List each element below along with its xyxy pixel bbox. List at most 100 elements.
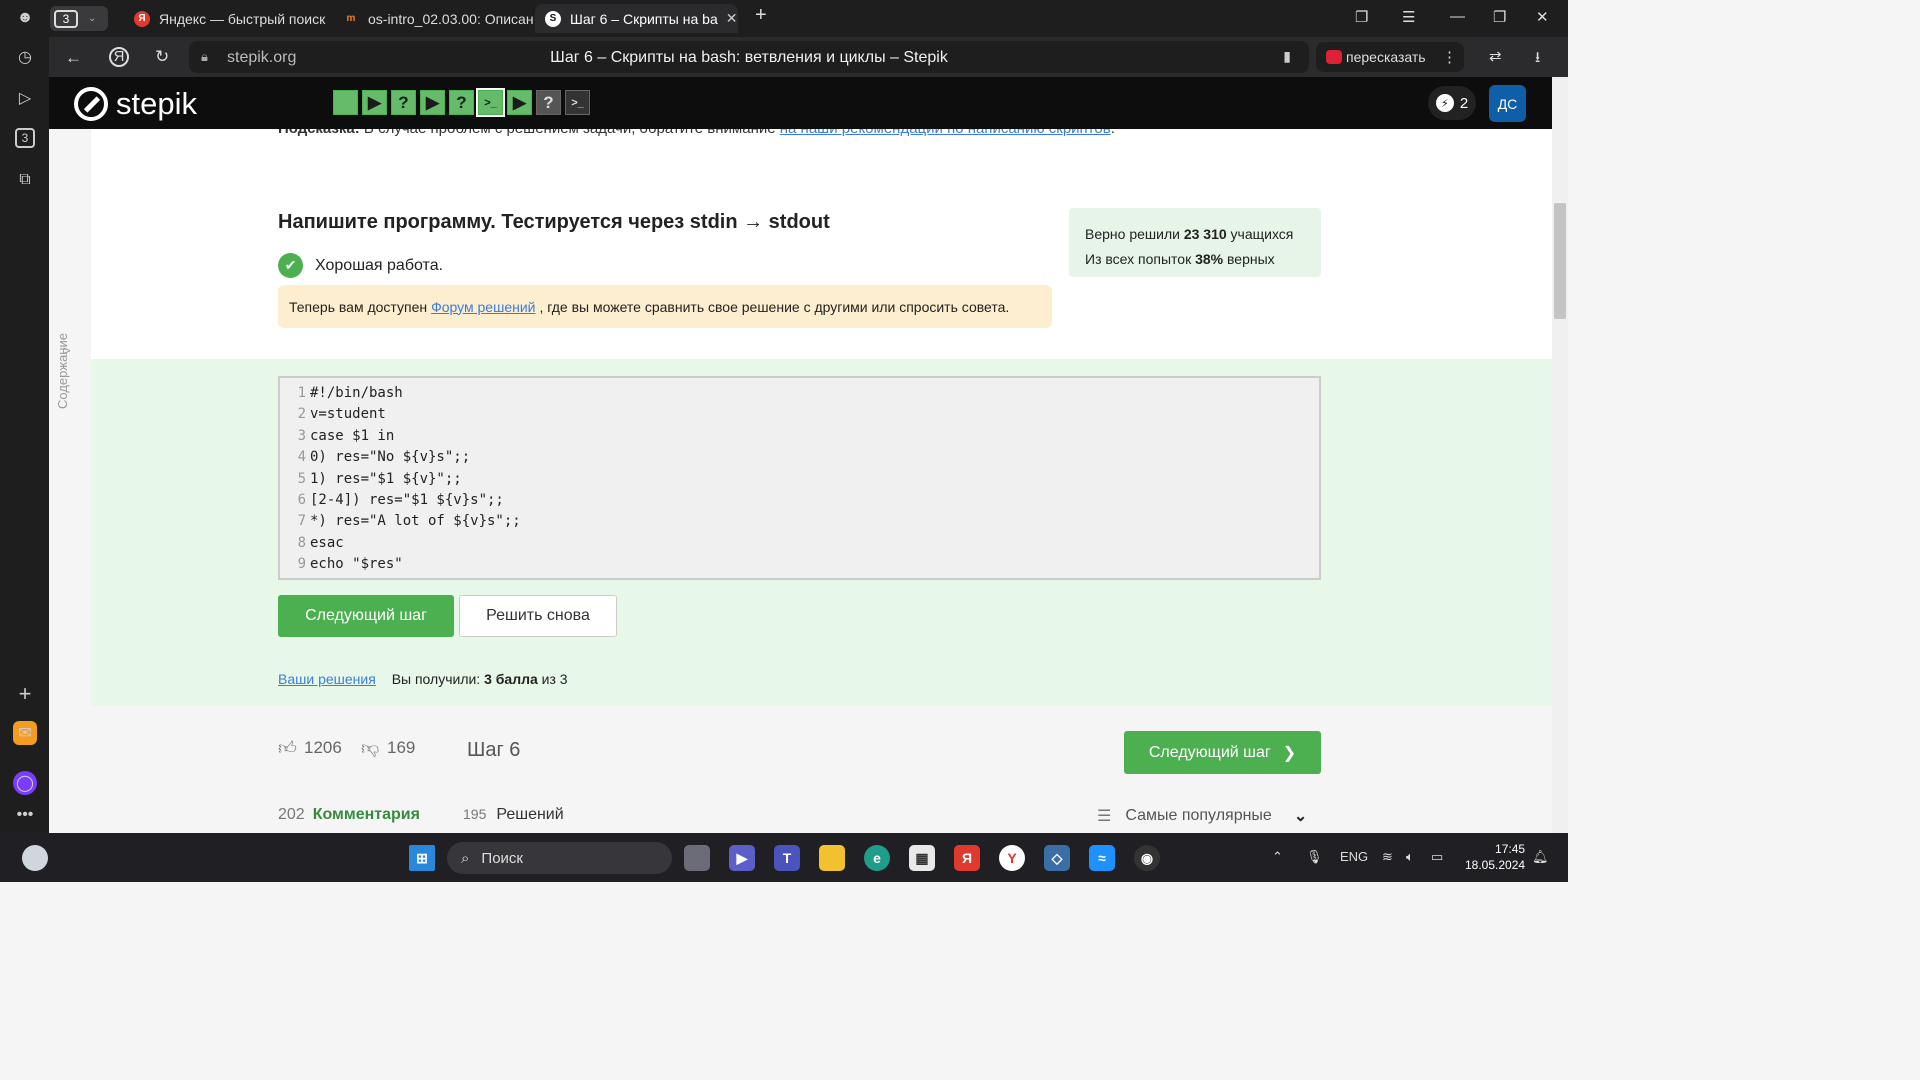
start-icon[interactable]: ⊞ [409, 845, 435, 871]
dislike-button[interactable]: 👎︎ 169 [361, 738, 415, 758]
code-line[interactable]: 5 1) res="$1 ${v}";; [280, 469, 1319, 490]
volume-icon[interactable]: 🔈︎ [1406, 849, 1414, 865]
notifications-icon[interactable]: 🔔︎ [1532, 849, 1549, 865]
code-editor[interactable]: 1 #!/bin/bash 2 v=student 3 case $1 in 4 0) res… [278, 376, 1321, 580]
code-line[interactable]: 6 [2-4]) res="$1 ${v}s";; [280, 490, 1319, 511]
step-1[interactable] [333, 90, 358, 115]
add-panel-icon[interactable]: + [13, 681, 37, 706]
kebab-icon[interactable]: ⋮ [1442, 48, 1457, 66]
close-tab-icon[interactable]: ✕ [726, 10, 738, 27]
bookmark-icon[interactable]: ▮ [1283, 48, 1291, 65]
step-7[interactable]: ▶ [507, 90, 532, 115]
avatar[interactable]: ДС [1489, 85, 1526, 122]
yandex-app-icon[interactable]: Я [954, 845, 980, 871]
retell-icon [1326, 50, 1342, 64]
dislike-count: 169 [387, 738, 416, 757]
download-icon[interactable]: ⭳ [1535, 47, 1540, 72]
vscode-icon[interactable]: ≈ [1089, 845, 1115, 871]
code-text: #!/bin/bash [310, 385, 403, 401]
browser-tab-moodle[interactable]: m os-intro_02.03.00: Описани [333, 4, 533, 33]
stepik-logo[interactable]: stepik [74, 86, 197, 122]
video-icon[interactable]: ▷ [13, 86, 37, 110]
yandex-icon: Я [134, 10, 150, 27]
comments-tab[interactable]: 202 Комментария [278, 806, 420, 824]
hint-link[interactable]: на наши рекомендации по написанию скрипт… [780, 129, 1111, 137]
battery-icon[interactable]: ▭ [1431, 849, 1443, 865]
energy-counter[interactable]: ⚡︎ 2 [1428, 86, 1476, 120]
solutions-tab[interactable]: 195 Решений [463, 806, 564, 824]
next-step-button-footer[interactable]: Следующий шаг ❯ [1124, 731, 1321, 774]
translate-icon[interactable]: ⇄ [1489, 47, 1502, 65]
tab-counter-side-icon[interactable]: 3 [15, 128, 35, 148]
screenshot-icon[interactable]: ⧉ [13, 168, 37, 192]
restore-icon[interactable]: ❐ [1493, 8, 1506, 26]
close-window-icon[interactable]: ✕ [1536, 8, 1549, 26]
code-text: esac [310, 534, 344, 551]
forum-link[interactable]: Форум решений [431, 299, 535, 315]
sort-dropdown[interactable]: ☰ Самые популярные ⌄ [1097, 806, 1307, 826]
code-line[interactable]: 2 v=student [280, 404, 1319, 425]
virtualbox-icon[interactable]: ◇ [1044, 845, 1070, 871]
reload-icon[interactable]: ↻ [155, 47, 169, 67]
browser-tab-stepik[interactable]: S Шаг 6 – Скрипты на ba ✕ [535, 4, 738, 33]
your-solutions-link[interactable]: Ваши решения [278, 671, 376, 687]
solutions-count: 195 [463, 806, 487, 822]
taskbar-search[interactable]: ⌕ Поиск [447, 842, 672, 874]
like-button[interactable]: 👍︎ 1206 [278, 738, 342, 758]
hint-end: . [1111, 129, 1115, 137]
step-9[interactable]: >_ [565, 90, 590, 115]
task-view-icon[interactable] [684, 845, 710, 871]
history-icon[interactable]: ◷ [13, 45, 37, 69]
code-line[interactable]: 4 0) res="No ${v}s";; [280, 447, 1319, 468]
edge-icon[interactable]: e [864, 845, 890, 871]
logo-text: stepik [116, 86, 197, 121]
code-line[interactable]: 3 case $1 in [280, 426, 1319, 447]
meet-icon[interactable]: ▶ [729, 845, 755, 871]
code-line[interactable]: 8 esac [280, 533, 1319, 554]
code-line[interactable]: 7 *) res="A lot of ${v}s";; [280, 511, 1319, 532]
browser-tab-yandex[interactable]: Я Яндекс — быстрый поиск [124, 4, 329, 33]
clock[interactable]: 17:45 18.05.2024 [1465, 841, 1525, 873]
step-8[interactable]: ? [536, 90, 561, 115]
step-4[interactable]: ▶ [420, 90, 445, 115]
stats-solved-count: 23 310 [1183, 226, 1227, 242]
code-line[interactable]: 1 #!/bin/bash [280, 383, 1319, 404]
profile-icon[interactable]: ☻ [13, 6, 37, 30]
menu-icon[interactable]: ☰ [1402, 8, 1415, 26]
alice-icon[interactable]: ◯ [13, 771, 37, 795]
code-line[interactable]: 9 echo "$res" [280, 554, 1319, 575]
tray-expand-icon[interactable]: ⌃ [1272, 849, 1283, 865]
step-footer: 👍︎ 1206 👎︎ 169 Шаг 6 Следующий шаг ❯ 202… [49, 706, 1552, 833]
scroll-thumb[interactable] [1554, 203, 1566, 319]
tab-counter-button[interactable]: 3 ⌄ [50, 6, 108, 31]
step-3[interactable]: ? [391, 90, 416, 115]
minimize-icon[interactable]: — [1450, 8, 1465, 25]
weather-icon[interactable] [22, 845, 48, 871]
yandex-browser-icon[interactable]: Y [999, 845, 1025, 871]
microphone-icon[interactable]: 🎙︎ [1306, 849, 1323, 865]
new-tab-icon[interactable]: + [755, 4, 767, 27]
lesson-content: > Содержание Подсказка: В случае проблем… [49, 129, 1552, 833]
yandex-home-icon[interactable]: Я [109, 47, 129, 67]
explorer-icon[interactable] [819, 845, 845, 871]
teams-icon[interactable]: T [774, 845, 800, 871]
url-field[interactable]: 🔒︎ stepik.org Шаг 6 – Скрипты на bash: в… [189, 41, 1309, 73]
stats-solved: Верно решили 23 310 учащихся [1085, 222, 1305, 247]
step-6-current[interactable]: >_ [476, 88, 505, 117]
page-scrollbar[interactable] [1552, 77, 1568, 833]
back-icon[interactable]: ← [65, 48, 82, 68]
wifi-icon[interactable]: ≋ [1382, 849, 1393, 865]
language-indicator[interactable]: ENG [1340, 849, 1368, 864]
more-icon[interactable]: ••• [13, 803, 37, 827]
mail-icon[interactable]: ✉ [13, 721, 37, 745]
collections-icon[interactable]: ❐ [1355, 8, 1368, 26]
next-step-button[interactable]: Следующий шаг [278, 595, 454, 637]
step-5[interactable]: ? [449, 90, 474, 115]
next-step-label: Следующий шаг [1148, 743, 1271, 761]
tab-title: Яндекс — быстрый поиск [159, 10, 326, 27]
retry-button[interactable]: Решить снова [459, 595, 617, 637]
obs-icon[interactable]: ◉ [1134, 845, 1160, 871]
stats-attempts-suffix: верных [1227, 251, 1275, 267]
store-icon[interactable]: ▦ [909, 845, 935, 871]
step-2[interactable]: ▶ [362, 90, 387, 115]
